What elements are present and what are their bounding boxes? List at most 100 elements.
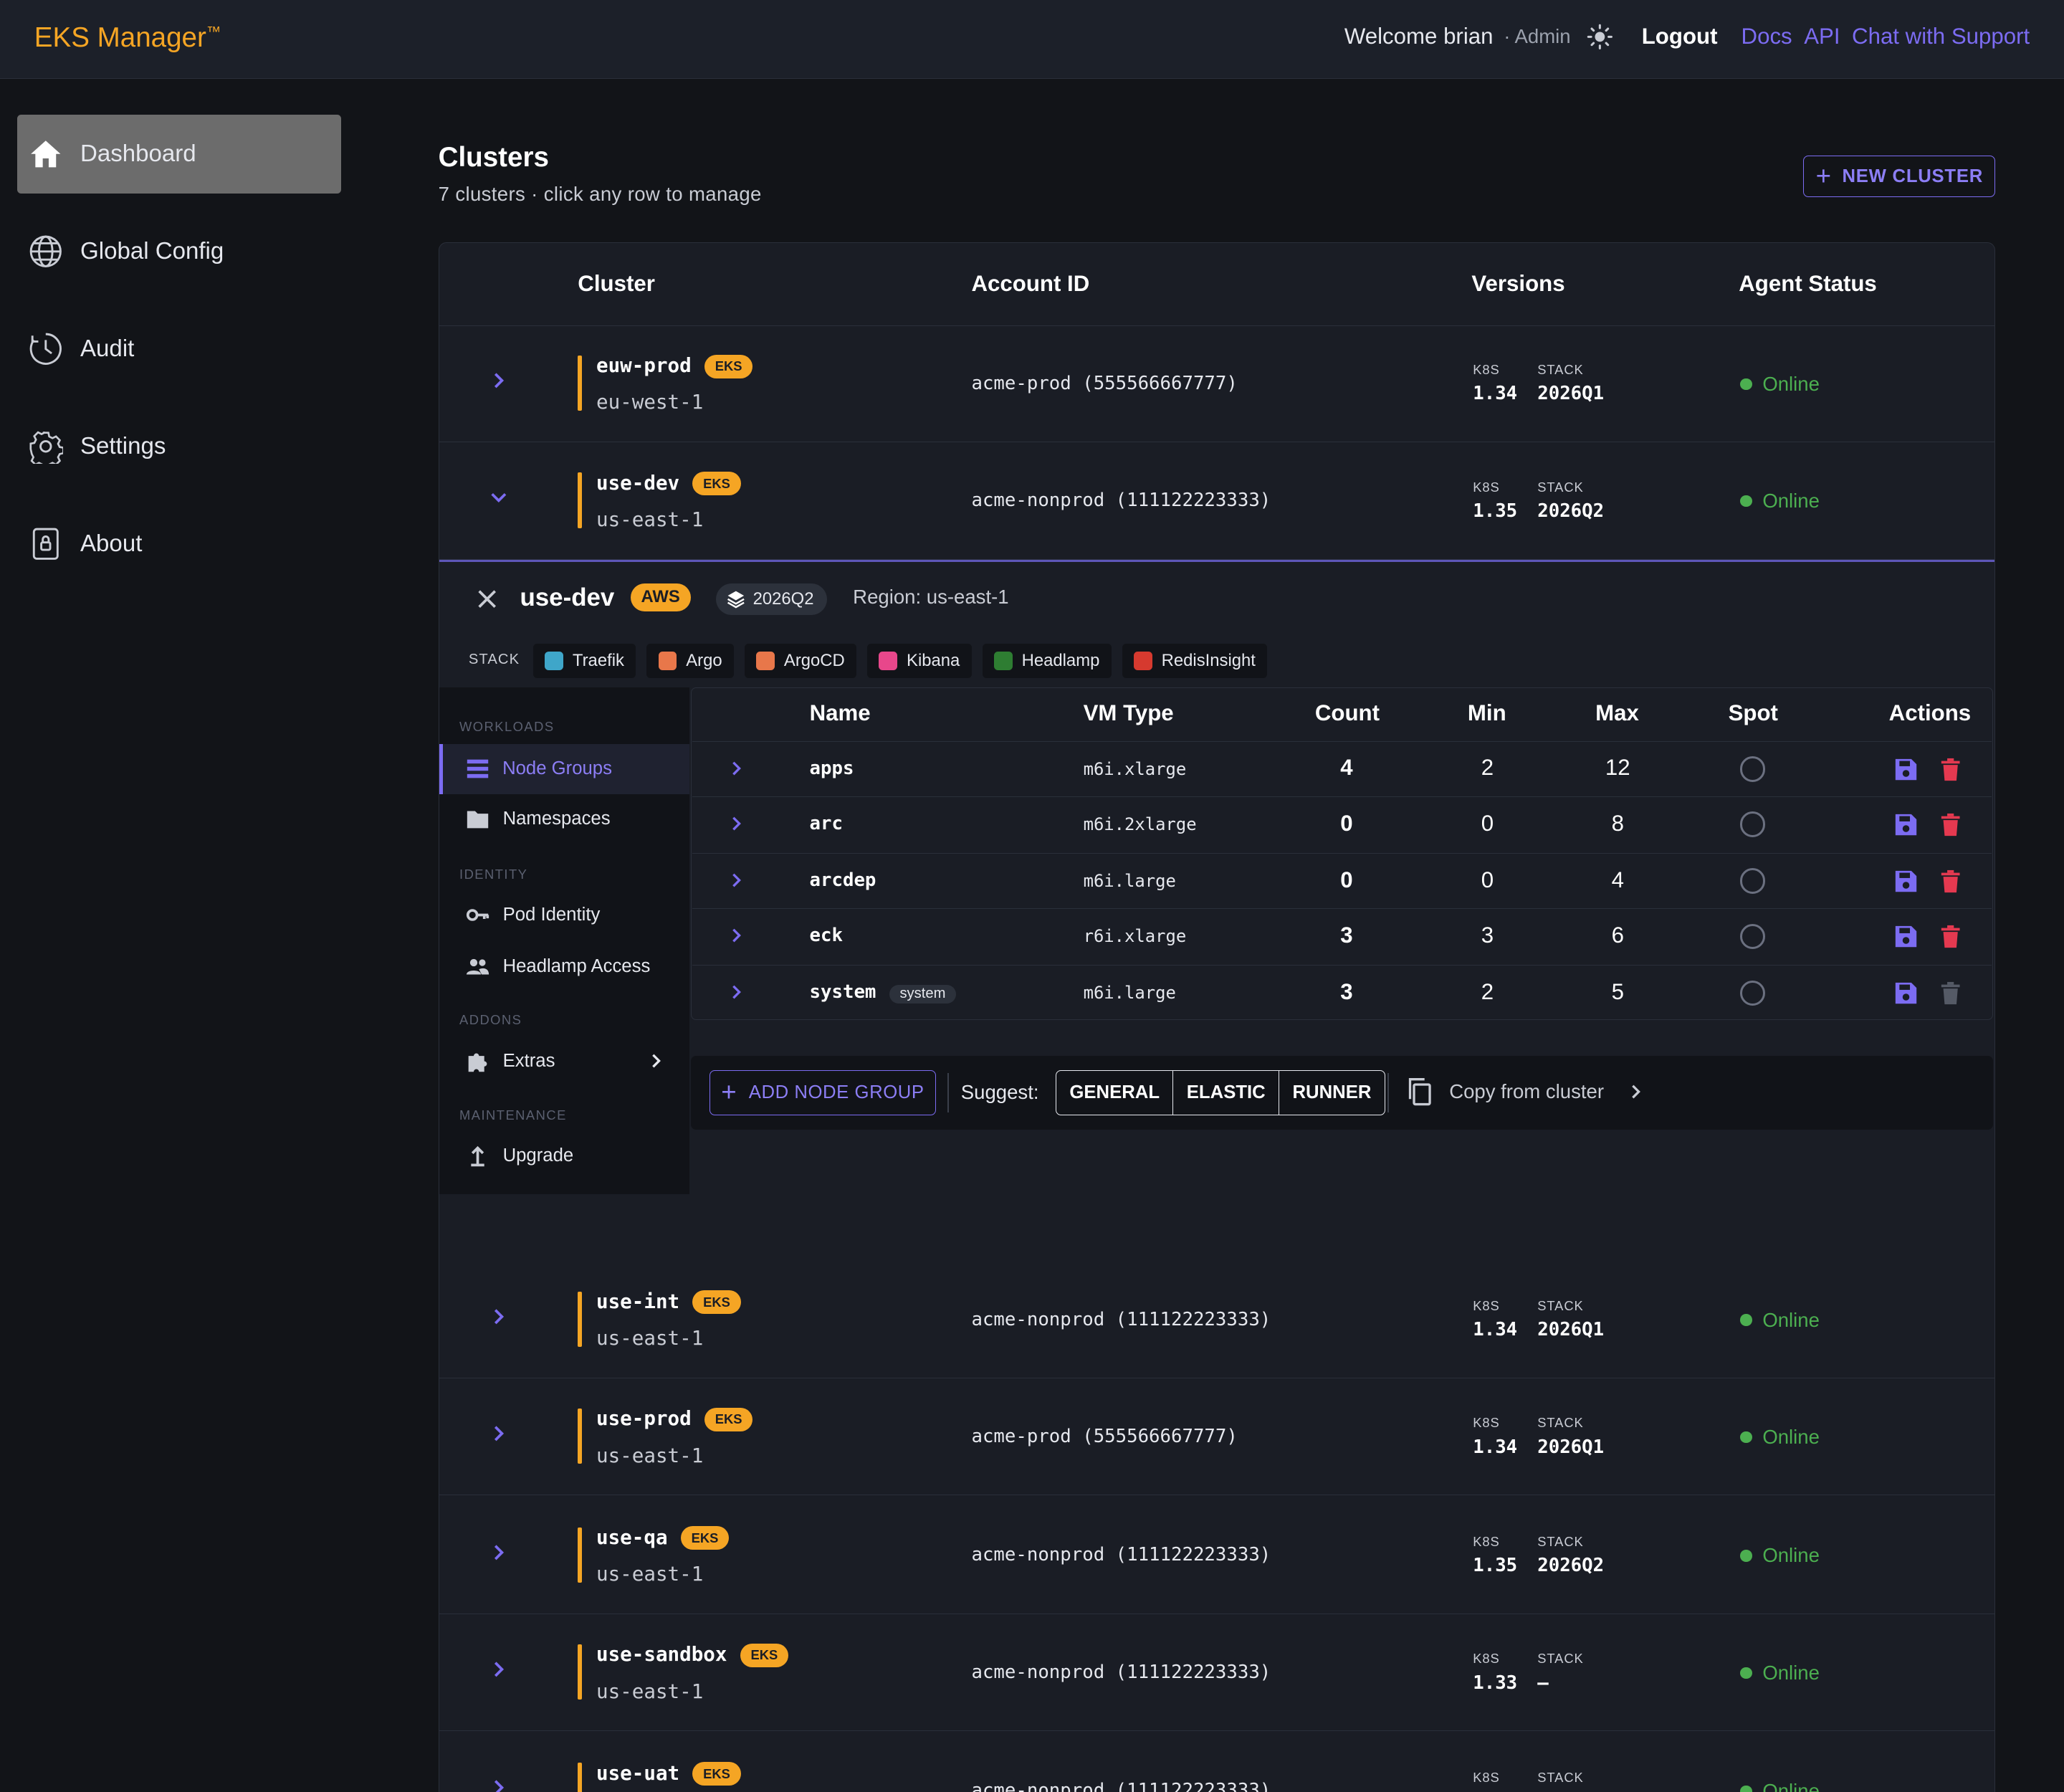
delete-icon[interactable] — [1940, 869, 1961, 893]
chevron-right-icon[interactable] — [489, 1543, 508, 1562]
account-id: acme-nonprod (111122223333) — [971, 1780, 1271, 1792]
suggest-general-button[interactable]: GENERAL — [1056, 1071, 1174, 1115]
save-icon[interactable] — [1894, 758, 1918, 781]
table-row[interactable]: use-dev EKS us-east-1 acme-nonprod (11112… — [439, 442, 1994, 560]
delete-icon[interactable] — [1940, 758, 1961, 781]
detail-nav-extras[interactable]: Extras — [439, 1036, 689, 1086]
close-icon[interactable] — [477, 588, 497, 609]
detail-nav-node-groups[interactable]: Node Groups — [439, 743, 690, 794]
node-group-row[interactable]: eck r6i.xlarge 3 3 6 — [692, 908, 1992, 963]
chevron-right-icon[interactable] — [489, 1307, 508, 1326]
chevron-right-icon[interactable] — [728, 761, 744, 776]
stack-tool-traefik[interactable]: Traefik — [532, 644, 636, 678]
chevron-right-icon[interactable] — [728, 984, 744, 1000]
ng-header-min[interactable]: Min — [1468, 700, 1506, 726]
k8s-version: 1.35 — [1473, 1555, 1518, 1577]
folder-icon — [467, 811, 489, 829]
ng-header-name[interactable]: Name — [810, 700, 871, 726]
ng-header-max[interactable]: Max — [1595, 700, 1639, 726]
vm-type: m6i.2xlarge — [1083, 814, 1197, 835]
spot-radio[interactable] — [1740, 756, 1766, 782]
status-dot — [1740, 495, 1752, 507]
suggest-elastic-button[interactable]: ELASTIC — [1173, 1071, 1280, 1115]
detail-region: Region: us-east-1 — [853, 586, 1009, 609]
save-icon[interactable] — [1894, 925, 1918, 948]
stack-tool-headlamp[interactable]: Headlamp — [982, 644, 1112, 678]
aws-badge: AWS — [630, 583, 691, 611]
sidebar-item-audit[interactable]: Audit — [17, 310, 341, 389]
detail-nav-namespaces[interactable]: Namespaces — [439, 794, 689, 844]
delete-icon[interactable] — [1940, 813, 1961, 837]
chevron-right-icon — [1632, 1085, 1641, 1099]
spot-radio[interactable] — [1740, 923, 1766, 949]
table-row[interactable]: euw-prod EKS eu-west-1 acme-prod (5555666… — [439, 325, 1994, 443]
column-header-versions[interactable]: Versions — [1471, 271, 1564, 297]
agent-status: Online — [1740, 1544, 1820, 1567]
column-header-agent-status[interactable]: Agent Status — [1739, 271, 1877, 297]
node-max: 5 — [1611, 978, 1624, 1004]
home-icon — [30, 140, 61, 168]
table-row[interactable]: use-prod EKS us-east-1 acme-prod (5555666… — [439, 1378, 1994, 1496]
sidebar-item-label: Settings — [80, 432, 166, 459]
traefik-icon — [545, 652, 564, 670]
detail-nav-headlamp-access[interactable]: Headlamp Access — [439, 941, 689, 991]
chevron-right-icon — [651, 1054, 661, 1068]
eks-badge: EKS — [680, 1526, 730, 1550]
chevron-right-icon[interactable] — [489, 1424, 508, 1443]
stack-label: STACK — [1537, 1297, 1584, 1313]
save-icon[interactable] — [1894, 869, 1918, 893]
chat-support-link[interactable]: Chat with Support — [1852, 24, 2030, 49]
gear-icon — [29, 431, 64, 464]
chevron-down-icon[interactable] — [489, 488, 508, 507]
stack-tool-argocd[interactable]: ArgoCD — [744, 644, 857, 678]
save-icon[interactable] — [1894, 981, 1918, 1005]
detail-nav-pod-identity[interactable]: Pod Identity — [439, 890, 689, 940]
theme-toggle-icon[interactable] — [1587, 24, 1613, 50]
node-max: 6 — [1611, 922, 1624, 948]
chevron-right-icon[interactable] — [728, 816, 744, 831]
stack-tool-redisinsight[interactable]: RedisInsight — [1122, 644, 1268, 678]
node-group-row[interactable]: arcdep m6i.large 0 0 4 — [692, 853, 1992, 908]
ng-header-count[interactable]: Count — [1315, 700, 1380, 726]
ng-header-vm-type[interactable]: VM Type — [1084, 700, 1174, 726]
stack-tool-argo[interactable]: Argo — [646, 644, 735, 678]
node-group-row[interactable]: system system m6i.large 3 2 5 — [692, 965, 1992, 1020]
ng-header-spot[interactable]: Spot — [1729, 700, 1778, 726]
chevron-right-icon[interactable] — [489, 371, 508, 390]
chevron-right-icon[interactable] — [728, 928, 744, 943]
sidebar-item-about[interactable]: About — [17, 504, 341, 583]
spot-radio[interactable] — [1740, 868, 1766, 894]
table-row[interactable]: use-int EKS us-east-1 acme-nonprod (11112… — [439, 1262, 1994, 1378]
copy-from-cluster-button[interactable]: Copy from cluster — [1406, 1077, 1644, 1106]
detail-nav-upgrade[interactable]: Upgrade — [439, 1131, 689, 1181]
brand-logo[interactable]: EKS Manager™ — [34, 22, 221, 54]
stack-tool-kibana[interactable]: Kibana — [866, 644, 972, 678]
column-header-cluster[interactable]: Cluster — [578, 271, 655, 297]
chevron-right-icon[interactable] — [489, 1660, 508, 1679]
column-header-account[interactable]: Account ID — [971, 271, 1089, 297]
delete-icon[interactable] — [1940, 925, 1961, 948]
sidebar-item-dashboard[interactable]: Dashboard — [16, 114, 341, 194]
docs-link[interactable]: Docs — [1742, 24, 1792, 49]
spot-radio[interactable] — [1740, 811, 1766, 837]
suggest-runner-button[interactable]: RUNNER — [1279, 1071, 1385, 1114]
table-row[interactable]: use-sandbox EKS us-east-1 acme-nonprod (1… — [439, 1614, 1994, 1732]
spot-radio[interactable] — [1740, 980, 1766, 1006]
delete-icon[interactable] — [1940, 981, 1961, 1005]
account-id: acme-nonprod (111122223333) — [971, 1544, 1271, 1566]
sidebar-item-settings[interactable]: Settings — [17, 407, 341, 486]
stack-version: — — [1537, 1672, 1549, 1694]
add-node-group-button[interactable]: + ADD NODE GROUP — [709, 1070, 936, 1115]
chevron-right-icon[interactable] — [489, 1778, 508, 1792]
sidebar-item-global-config[interactable]: Global Config — [17, 212, 341, 291]
save-icon[interactable] — [1894, 813, 1918, 837]
chevron-right-icon[interactable] — [728, 872, 744, 888]
node-group-row[interactable]: apps m6i.xlarge 4 2 12 — [692, 741, 1992, 796]
table-row[interactable]: use-uatEKS us-east-1 acme-nonprod (11112… — [439, 1733, 1994, 1792]
k8s-label: K8S — [1473, 1533, 1500, 1549]
logout-button[interactable]: Logout — [1642, 24, 1718, 49]
table-row[interactable]: use-qa EKS us-east-1 acme-nonprod (111122… — [439, 1497, 1994, 1614]
node-group-row[interactable]: arc m6i.2xlarge 0 0 8 — [692, 796, 1992, 852]
new-cluster-button[interactable]: + NEW CLUSTER — [1803, 155, 1996, 198]
api-link[interactable]: API — [1804, 24, 1840, 49]
